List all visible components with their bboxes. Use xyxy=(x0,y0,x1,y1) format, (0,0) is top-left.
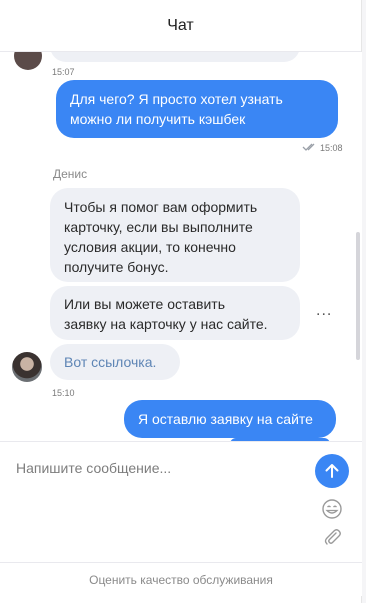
avatar xyxy=(12,352,42,382)
sender-name: Денис xyxy=(53,167,88,181)
emoji-button[interactable] xyxy=(321,498,343,520)
message-link[interactable]: Вот ссылочка. xyxy=(64,354,156,370)
rate-service-label: Оценить качество обслуживания xyxy=(89,572,273,587)
message-text: заявку на карточку у нас сайте. xyxy=(64,316,268,332)
chat-header: Чат xyxy=(0,0,361,52)
message-text: условия акции, то конечно xyxy=(64,239,236,255)
message-text: Чтобы я помог вам оформить xyxy=(64,199,258,215)
message-input[interactable] xyxy=(16,456,286,480)
double-check-icon xyxy=(302,142,318,155)
message-list[interactable]: 15:07 Для чего? Я просто хотел узнать мо… xyxy=(0,52,362,441)
scrollbar-thumb[interactable] xyxy=(356,232,360,360)
message-bubble-outgoing: Я оставлю заявку на сайте xyxy=(124,400,336,438)
message-bubble-outgoing: Для чего? Я просто хотел узнать можно ли… xyxy=(56,80,338,138)
message-time: 15:07 xyxy=(52,67,75,77)
message-text: Для чего? Я просто хотел узнать xyxy=(70,91,283,107)
message-text: получите бонус. xyxy=(64,259,169,275)
message-time: 15:08 xyxy=(320,143,343,153)
arrow-up-icon xyxy=(325,464,339,478)
attach-button[interactable] xyxy=(321,526,343,548)
chat-window: Чат 15:07 Для чего? Я просто хотел узнат… xyxy=(0,0,362,603)
rate-service-link[interactable]: Оценить качество обслуживания xyxy=(0,562,362,596)
message-bubble-incoming: Или вы можете оставить заявку на карточк… xyxy=(50,286,300,340)
composer xyxy=(0,441,362,562)
chat-title: Чат xyxy=(167,16,194,34)
message-menu-button[interactable]: ... xyxy=(316,302,332,320)
message-time: 15:10 xyxy=(52,388,75,398)
avatar xyxy=(14,52,42,70)
message-bubble-partial xyxy=(50,52,300,62)
message-bubble-incoming: Чтобы я помог вам оформить карточку, есл… xyxy=(50,188,300,282)
paperclip-icon xyxy=(324,529,341,545)
message-text: карточку, если вы выполните xyxy=(64,219,253,235)
message-text: Или вы можете оставить xyxy=(64,296,225,312)
message-text: можно ли получить кэшбек xyxy=(70,111,246,127)
send-button[interactable] xyxy=(315,454,349,488)
message-bubble-incoming: Вот ссылочка. xyxy=(50,344,180,380)
smile-icon xyxy=(322,499,342,519)
message-text: Я оставлю заявку на сайте xyxy=(138,411,313,427)
